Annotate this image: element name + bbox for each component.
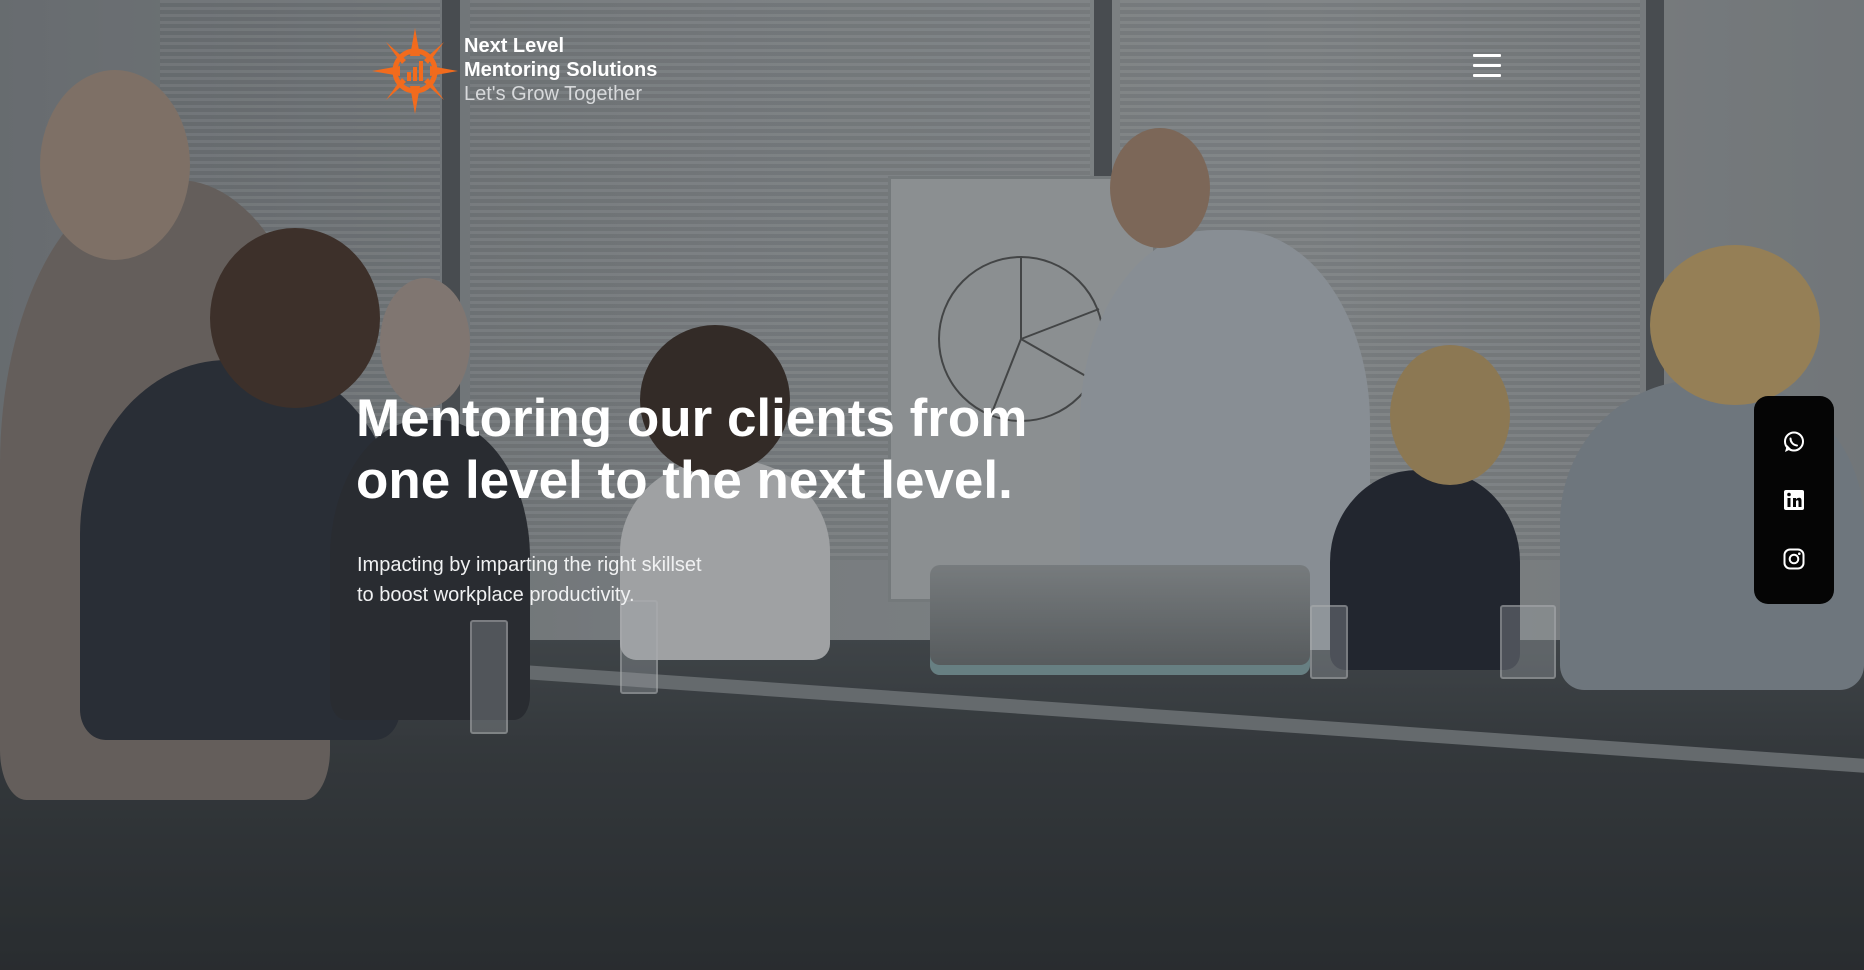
- linkedin-icon[interactable]: [1781, 487, 1807, 513]
- hero-section: Next Level Mentoring Solutions Let's Gro…: [0, 0, 1864, 970]
- hero-subline-line1: Impacting by imparting the right skillse…: [357, 554, 702, 576]
- hero-subheadline: Impacting by imparting the right skillse…: [357, 550, 837, 610]
- hero-headline-line2: one level to the next level.: [356, 451, 1013, 510]
- hero-headline-line1: Mentoring our clients from: [356, 389, 1028, 448]
- brand-logo-link[interactable]: Next Level Mentoring Solutions Let's Gro…: [370, 26, 657, 116]
- hero-subline-line2: to boost workplace productivity.: [357, 584, 635, 606]
- compass-chart-icon: [372, 28, 458, 114]
- instagram-icon[interactable]: [1781, 546, 1807, 572]
- brand-text: Next Level Mentoring Solutions Let's Gro…: [464, 34, 657, 106]
- whatsapp-icon[interactable]: [1781, 429, 1807, 455]
- hamburger-menu-icon[interactable]: [1473, 54, 1501, 78]
- brand-name-line1: Next Level: [464, 35, 565, 57]
- social-links-sidebar: [1754, 396, 1834, 604]
- hero-headline: Mentoring our clients from one level to …: [356, 388, 1156, 512]
- brand-tagline: Let's Grow Together: [464, 83, 642, 105]
- brand-name-line2: Mentoring Solutions: [464, 59, 658, 81]
